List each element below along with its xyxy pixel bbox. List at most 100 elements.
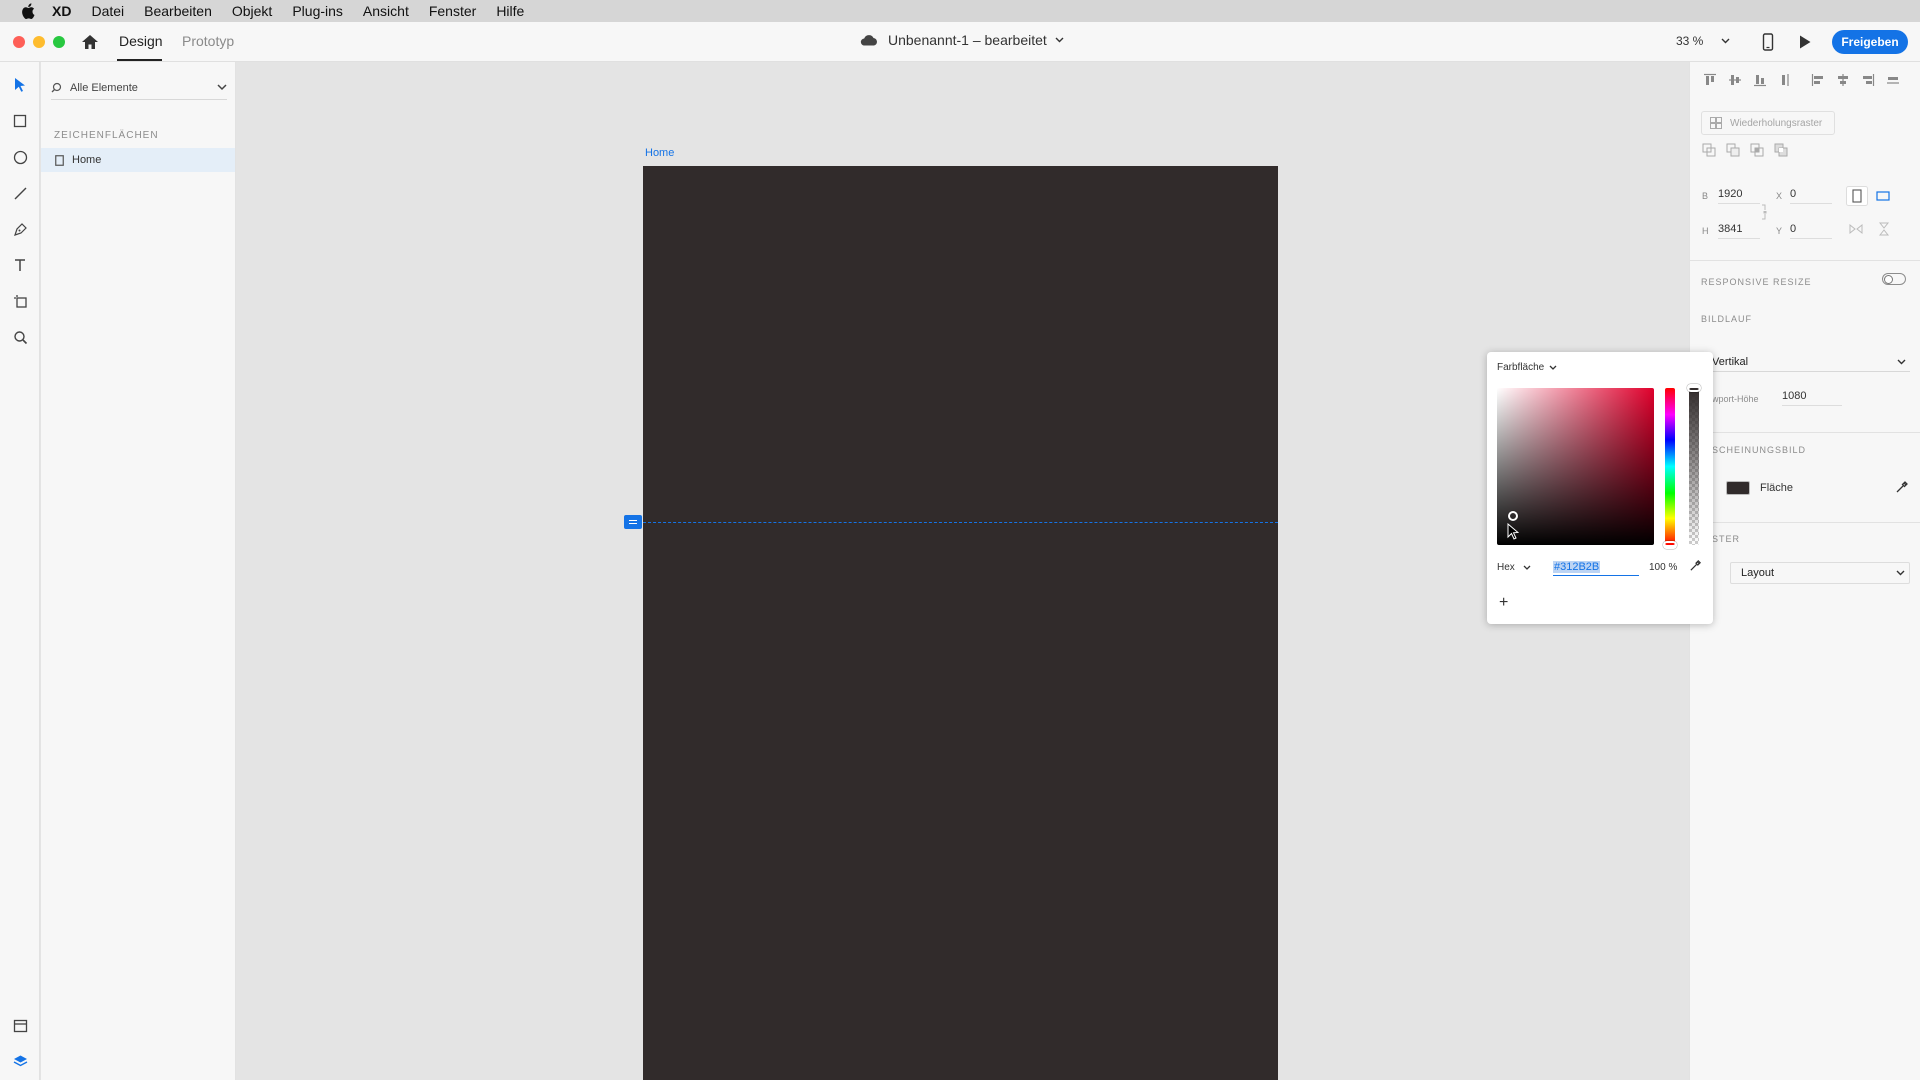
grid-type-value: Layout xyxy=(1741,567,1775,579)
responsive-resize-toggle[interactable] xyxy=(1882,273,1906,285)
menu-hilfe[interactable]: Hilfe xyxy=(496,3,524,19)
apple-icon[interactable] xyxy=(20,2,38,20)
fill-label: Fläche xyxy=(1760,482,1794,494)
menu-bearbeiten[interactable]: Bearbeiten xyxy=(144,3,212,19)
color-format-select[interactable]: Hex xyxy=(1497,562,1531,573)
exclude-boolean-icon[interactable] xyxy=(1774,143,1790,159)
artboard-title[interactable]: Home xyxy=(645,147,674,159)
chevron-down-icon xyxy=(1897,359,1906,364)
zoom-tool-icon[interactable] xyxy=(11,328,29,346)
flip-horizontal-icon[interactable] xyxy=(1849,222,1863,236)
ellipse-tool-icon[interactable] xyxy=(11,148,29,166)
line-tool-icon[interactable] xyxy=(11,184,29,202)
artboard-home[interactable] xyxy=(643,166,1278,1080)
intersect-boolean-icon[interactable] xyxy=(1750,143,1766,159)
window-zoom-button[interactable] xyxy=(53,36,65,48)
cloud-icon xyxy=(860,35,877,46)
play-icon[interactable] xyxy=(1798,34,1812,50)
pen-tool-icon[interactable] xyxy=(11,220,29,238)
layers-icon[interactable] xyxy=(11,1052,29,1070)
rectangle-tool-icon[interactable] xyxy=(11,112,29,130)
viewport-height-field[interactable]: 1080 xyxy=(1782,390,1842,406)
align-right-icon[interactable] xyxy=(1860,72,1876,88)
x-field[interactable]: 0 xyxy=(1790,188,1832,204)
landscape-icon[interactable] xyxy=(1872,186,1894,206)
hex-input[interactable]: #312B2B xyxy=(1553,558,1639,576)
fill-color-swatch[interactable] xyxy=(1726,481,1750,495)
layer-item-label: Home xyxy=(72,154,102,166)
share-button[interactable]: Freigeben xyxy=(1832,30,1908,54)
search-placeholder: Alle Elemente xyxy=(70,81,138,94)
menu-datei[interactable]: Datei xyxy=(91,3,124,19)
alpha-slider[interactable] xyxy=(1689,388,1699,545)
align-top-icon[interactable] xyxy=(1702,72,1718,88)
lock-aspect-icon[interactable] xyxy=(1761,203,1769,221)
align-center-icon[interactable] xyxy=(1835,72,1851,88)
repeat-grid-icon xyxy=(1710,117,1722,129)
alpha-thumb[interactable] xyxy=(1687,384,1701,392)
window-close-button[interactable] xyxy=(13,36,25,48)
hue-slider[interactable] xyxy=(1665,388,1675,545)
height-field[interactable]: 3841 xyxy=(1718,223,1760,239)
macos-menubar: XD Datei Bearbeiten Objekt Plug-ins Ansi… xyxy=(0,0,1920,22)
responsive-resize-label: RESPONSIVE RESIZE xyxy=(1701,277,1812,287)
scroll-type-select[interactable]: Vertikal xyxy=(1712,352,1910,372)
saturation-brightness-field[interactable] xyxy=(1497,388,1654,545)
distribute-vertical-icon[interactable] xyxy=(1777,72,1793,88)
mouse-cursor-icon xyxy=(1507,523,1519,540)
x-label: X xyxy=(1776,191,1783,201)
artboard-tool-icon[interactable] xyxy=(11,292,29,310)
hex-value: #312B2B xyxy=(1553,560,1601,573)
grid-type-select[interactable]: Layout xyxy=(1730,562,1910,584)
artboard-icon xyxy=(55,154,64,166)
document-title[interactable]: Unbenannt-1 – bearbeitet xyxy=(860,32,1074,48)
layer-search[interactable]: Alle Elemente xyxy=(51,76,227,100)
opacity-field[interactable]: 100 % xyxy=(1649,562,1677,573)
divider xyxy=(1690,260,1920,261)
add-boolean-icon[interactable] xyxy=(1702,143,1718,159)
chevron-down-icon xyxy=(1549,365,1557,370)
eyedropper-icon[interactable] xyxy=(1895,480,1909,494)
home-icon[interactable] xyxy=(80,32,100,52)
add-swatch-button[interactable]: + xyxy=(1499,594,1508,612)
tab-design[interactable]: Design xyxy=(119,33,163,49)
menu-ansicht[interactable]: Ansicht xyxy=(363,3,409,19)
scroll-type-value: Vertikal xyxy=(1712,355,1749,368)
tool-bar xyxy=(0,62,40,1080)
height-label: H xyxy=(1702,226,1709,236)
text-tool-icon[interactable] xyxy=(11,256,29,274)
align-bottom-icon[interactable] xyxy=(1752,72,1768,88)
distribute-horizontal-icon[interactable] xyxy=(1885,72,1901,88)
document-title-text: Unbenannt-1 – bearbeitet xyxy=(888,32,1047,48)
select-tool-icon[interactable] xyxy=(11,76,29,94)
window-minimize-button[interactable] xyxy=(33,36,45,48)
color-format-value: Hex xyxy=(1497,562,1515,573)
device-preview-icon[interactable] xyxy=(1762,33,1774,51)
y-field[interactable]: 0 xyxy=(1790,223,1832,239)
menu-plugins[interactable]: Plug-ins xyxy=(292,3,343,19)
repeat-grid-button[interactable]: Wiederholungsraster xyxy=(1701,111,1835,135)
menu-objekt[interactable]: Objekt xyxy=(232,3,272,19)
tab-prototyp[interactable]: Prototyp xyxy=(182,33,234,49)
color-mode-select[interactable]: Farbfläche xyxy=(1497,362,1557,373)
zoom-select[interactable]: 33 % xyxy=(1676,34,1730,48)
viewport-height-handle[interactable] xyxy=(624,515,642,529)
width-field[interactable]: 1920 xyxy=(1718,188,1760,204)
eyedropper-icon[interactable] xyxy=(1689,559,1702,572)
divider xyxy=(1690,522,1920,523)
menu-fenster[interactable]: Fenster xyxy=(429,3,476,19)
appearance-label: SCHEINUNGSBILD xyxy=(1712,445,1807,455)
subtract-boolean-icon[interactable] xyxy=(1726,143,1742,159)
assets-icon[interactable] xyxy=(11,1017,29,1035)
layer-item-home[interactable]: Home xyxy=(41,148,235,172)
menu-app-xd[interactable]: XD xyxy=(52,3,71,19)
flip-vertical-icon[interactable] xyxy=(1877,222,1891,236)
layers-panel: Alle Elemente ZEICHENFLÄCHEN Home xyxy=(41,62,236,1080)
portrait-icon[interactable] xyxy=(1846,186,1868,206)
chevron-down-icon xyxy=(1896,570,1905,576)
tab-design-underline xyxy=(117,59,162,61)
align-left-icon[interactable] xyxy=(1810,72,1826,88)
saturation-thumb[interactable] xyxy=(1508,511,1518,521)
hue-thumb[interactable] xyxy=(1663,541,1677,549)
align-middle-icon[interactable] xyxy=(1727,72,1743,88)
